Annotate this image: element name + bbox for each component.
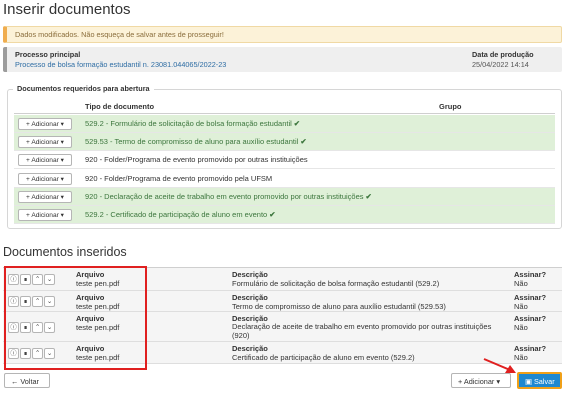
add-doc-label: Adicionar — [31, 157, 59, 164]
add-doc-button[interactable]: + Adicionar ▾ — [18, 173, 72, 185]
add-label: Adicionar — [463, 377, 495, 386]
desc-header: Descrição — [232, 293, 268, 302]
arrow-left-icon: ← — [11, 377, 19, 386]
save-label: Salvar — [533, 377, 555, 386]
desc-value: Declaração de aceite de trabalho em even… — [232, 322, 492, 340]
sign-value: Não — [514, 302, 528, 311]
add-doc-button[interactable]: + Adicionar ▾ — [18, 136, 72, 148]
add-doc-button[interactable]: + Adicionar ▾ — [18, 118, 72, 130]
add-doc-label: Adicionar — [31, 212, 59, 219]
check-icon: ✔ — [300, 137, 307, 146]
add-doc-button[interactable]: + Adicionar ▾ — [18, 191, 72, 203]
sign-value: Não — [514, 279, 528, 288]
required-doc-row: + Adicionar ▾ 920 - Folder/Programa de ev… — [14, 170, 555, 188]
doc-type-cell: 920 - Declaração de aceite de trabalho e… — [85, 192, 372, 201]
required-doc-row: + Adicionar ▾ 920 - Declaração de aceite … — [14, 188, 555, 206]
plus-icon: + — [458, 377, 463, 386]
desc-header: Descrição — [232, 344, 268, 353]
add-doc-button[interactable]: + Adicionar ▾ — [18, 154, 72, 166]
desc-value: Formulário de solicitação de bolsa forma… — [232, 279, 440, 288]
doc-type-label: 529.2 - Formulário de solicitação de bol… — [85, 119, 292, 128]
required-doc-row: + Adicionar ▾ 529.2 - Formulário de solic… — [14, 115, 555, 133]
plus-icon: + — [26, 121, 30, 128]
caret-down-icon: ▾ — [60, 176, 64, 183]
required-doc-row: + Adicionar ▾ 529.2 - Certificado de part… — [14, 206, 555, 224]
sign-header: Assinar? — [514, 314, 547, 323]
inserted-docs-title: Documentos inseridos — [3, 245, 127, 259]
add-doc-label: Adicionar — [31, 176, 59, 183]
doc-type-label: 529.53 - Termo de compromisso de aluno p… — [85, 137, 299, 146]
highlight-box — [4, 266, 147, 370]
caret-down-icon: ▾ — [60, 194, 64, 201]
sign-header: Assinar? — [514, 270, 547, 279]
add-doc-label: Adicionar — [31, 139, 59, 146]
caret-down-icon: ▾ — [496, 377, 501, 386]
plus-icon: + — [26, 212, 30, 219]
date-value: 25/04/2022 14:14 — [472, 60, 529, 69]
add-doc-button[interactable]: + Adicionar ▾ — [18, 209, 72, 221]
check-icon: ✔ — [269, 210, 276, 219]
desc-value: Termo de compromisso de aluno para auxíl… — [232, 302, 446, 311]
floppy-icon: ▣ — [525, 377, 532, 386]
caret-down-icon: ▾ — [60, 121, 64, 128]
plus-icon: + — [26, 157, 30, 164]
required-doc-row: + Adicionar ▾ 529.53 - Termo de compromis… — [14, 133, 555, 151]
doc-type-cell: 920 - Folder/Programa de evento promovid… — [85, 174, 272, 183]
required-docs-header: Tipo de documento Grupo — [14, 100, 555, 114]
plus-icon: + — [26, 139, 30, 146]
back-label: Voltar — [20, 377, 39, 386]
doc-type-cell: 529.2 - Formulário de solicitação de bol… — [85, 119, 300, 128]
plus-icon: + — [26, 194, 30, 201]
save-button[interactable]: ▣ Salvar — [517, 372, 562, 389]
caret-down-icon: ▾ — [60, 212, 64, 219]
desc-value: Certificado de participação de aluno em … — [232, 353, 415, 362]
back-button[interactable]: ← Voltar — [4, 373, 50, 388]
check-icon: ✔ — [293, 119, 301, 128]
check-icon: ✔ — [365, 192, 372, 201]
process-info-panel: Processo principal Processo de bolsa for… — [3, 47, 562, 72]
col-group: Grupo — [439, 102, 462, 111]
sign-header: Assinar? — [514, 344, 547, 353]
doc-type-cell: 529.2 - Certificado de participação de a… — [85, 210, 276, 219]
process-label: Processo principal — [15, 50, 81, 59]
caret-down-icon: ▾ — [60, 157, 64, 164]
doc-type-cell: 920 - Folder/Programa de evento promovid… — [85, 155, 308, 164]
date-label: Data de produção — [472, 50, 534, 59]
process-link[interactable]: Processo de bolsa formação estudantil n.… — [15, 60, 226, 69]
desc-header: Descrição — [232, 270, 268, 279]
required-doc-row: + Adicionar ▾ 920 - Folder/Programa de ev… — [14, 151, 555, 169]
pointer-arrow-icon — [483, 358, 516, 373]
add-button[interactable]: + Adicionar ▾ — [451, 373, 511, 388]
doc-type-label: 920 - Folder/Programa de evento promovid… — [85, 155, 308, 164]
doc-type-label: 920 - Declaração de aceite de trabalho e… — [85, 192, 364, 201]
sign-header: Assinar? — [514, 293, 547, 302]
sign-value: Não — [514, 323, 528, 332]
plus-icon: + — [26, 176, 30, 183]
caret-down-icon: ▾ — [60, 139, 64, 146]
unsaved-changes-alert: Dados modificados. Não esqueça de salvar… — [3, 26, 562, 43]
doc-type-label: 920 - Folder/Programa de evento promovid… — [85, 174, 273, 183]
add-doc-label: Adicionar — [31, 194, 59, 201]
doc-type-cell: 529.53 - Termo de compromisso de aluno p… — [85, 137, 307, 146]
required-docs-legend: Documentos requeridos para abertura — [13, 84, 154, 93]
col-doc-type: Tipo de documento — [85, 102, 155, 111]
add-doc-label: Adicionar — [31, 121, 59, 128]
page-title: Inserir documentos — [3, 1, 131, 18]
doc-type-label: 529.2 - Certificado de participação de a… — [85, 210, 268, 219]
